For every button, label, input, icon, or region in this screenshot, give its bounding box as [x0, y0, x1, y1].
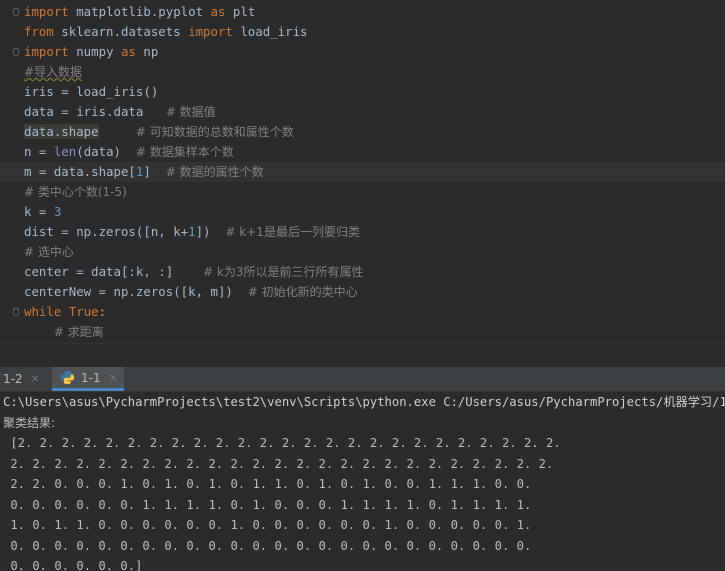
code-line[interactable]: dist = np.zeros([n, k+1]) # k+1是最后一列要归类 [0, 222, 725, 242]
output-line: 2. 2. 2. 2. 2. 2. 2. 2. 2. 2. 2. 2. 2. 2… [3, 456, 554, 471]
code-line[interactable]: n = len(data) # 数据集样本个数 [0, 142, 725, 162]
code-line[interactable]: #导入数据 [0, 62, 725, 82]
run-tab-bar: 1-2 × 1-1 × [0, 367, 725, 392]
code-line[interactable]: # 选中心 [0, 242, 725, 262]
console-output: [2. 2. 2. 2. 2. 2. 2. 2. 2. 2. 2. 2. 2. … [0, 433, 725, 571]
code-token: data.shape [24, 124, 99, 139]
close-icon[interactable]: × [109, 366, 118, 390]
code-token: # 类中心个数(1-5) [24, 185, 127, 199]
result-label: 聚类结果: [3, 415, 56, 430]
tab-label: 1-1 [81, 370, 101, 385]
code-line[interactable]: m = data.shape[1] # 数据的属性个数 [0, 162, 725, 182]
code-line[interactable]: while True: [0, 302, 725, 322]
code-line[interactable]: centerNew = np.zeros([k, m]) # 初始化新的类中心 [0, 282, 725, 302]
code-token: center = data[:k, :] [24, 264, 204, 279]
code-token: True [68, 304, 99, 319]
code-token: dist = np.zeros([n, k+ [24, 224, 189, 239]
editor-tool-divider [0, 343, 725, 368]
code-line[interactable]: import numpy as np [0, 42, 725, 62]
python-icon [60, 370, 75, 385]
run-command: C:\Users\asus\PycharmProjects\test2\venv… [3, 395, 725, 409]
code-line[interactable]: import matplotlib.pyplot as plt [0, 2, 725, 22]
code-token: matplotlib.pyplot [68, 4, 211, 19]
close-icon[interactable]: × [31, 367, 40, 391]
code-token: ]) [195, 224, 226, 239]
code-line[interactable]: iris = load_iris() [0, 82, 725, 102]
code-token: iris = load_iris() [24, 84, 159, 99]
tab-label: 1-2 [3, 372, 23, 386]
code-line[interactable]: data = iris.data # 数据值 [0, 102, 725, 122]
code-token: plt [225, 4, 256, 19]
code-token: np [135, 44, 159, 59]
output-line: 0. 0. 0. 0. 0. 0. 1. 1. 1. 1. 0. 1. 0. 0… [3, 497, 532, 512]
code-token: import [24, 4, 69, 19]
output-line: 2. 2. 0. 0. 0. 1. 0. 1. 0. 1. 0. 1. 1. 0… [3, 477, 532, 491]
run-tab-1-1[interactable]: 1-1 × [52, 367, 124, 391]
code-line[interactable]: from sklearn.datasets import load_iris [0, 22, 725, 42]
code-token: (data) [76, 144, 136, 159]
code-token: # 数据值 [165, 105, 216, 119]
code-token: sklearn.datasets [53, 24, 189, 39]
code-line[interactable]: center = data[:k, :] # k为3所以是前三行所有属性 [0, 262, 725, 282]
code-token: # 求距离 [53, 325, 104, 339]
code-token: while [24, 304, 62, 319]
code-token: # 初始化新的类中心 [247, 285, 358, 299]
output-line: [2. 2. 2. 2. 2. 2. 2. 2. 2. 2. 2. 2. 2. … [3, 436, 561, 450]
code-token: 3 [53, 204, 62, 219]
code-token: import [188, 24, 233, 39]
code-token: # 数据集样本个数 [135, 145, 234, 159]
code-token: # 可知数据的总数和属性个数 [135, 125, 294, 139]
code-token: 1 [188, 224, 196, 239]
code-token: centerNew = np.zeros([k, m]) [24, 284, 248, 299]
output-line: 0. 0. 0. 0. 0. 0.] [3, 559, 143, 571]
code-token: data = iris.data [24, 104, 166, 119]
code-token: : [98, 304, 107, 319]
code-token: # k为3所以是前三行所有属性 [203, 265, 364, 279]
code-token: from [24, 24, 54, 39]
output-line: 0. 0. 0. 0. 0. 0. 0. 0. 0. 0. 0. 0. 0. 0… [3, 538, 532, 553]
code-token: load_iris [232, 24, 308, 39]
code-line[interactable]: # 求距离 [0, 322, 725, 342]
code-editor[interactable]: import matplotlib.pyplot as plt from skle… [0, 0, 725, 343]
code-lines: import matplotlib.pyplot as plt from skle… [0, 2, 725, 342]
code-line[interactable]: # 类中心个数(1-5) [0, 182, 725, 202]
code-token: # 选中心 [24, 245, 74, 259]
code-token: n = [24, 144, 54, 159]
code-token: k = [24, 204, 54, 219]
code-line[interactable]: data.shape # 可知数据的总数和属性个数 [0, 122, 725, 142]
code-token: #导入数据 [24, 65, 83, 79]
code-token: # k+1是最后一列要归类 [225, 225, 360, 239]
code-token: as [120, 44, 136, 59]
run-tab-1-2[interactable]: 1-2 × [3, 367, 47, 391]
code-token: # 数据的属性个数 [165, 165, 264, 179]
code-token: m = data.shape[ [24, 164, 136, 179]
code-token: import [24, 44, 69, 59]
code-token: as [210, 4, 226, 19]
code-token: len [53, 144, 77, 159]
code-token: numpy [68, 44, 121, 59]
code-line[interactable]: k = 3 [0, 202, 725, 222]
code-token: ] [143, 164, 166, 179]
run-console[interactable]: C:\Users\asus\PycharmProjects\test2\venv… [0, 392, 725, 571]
output-line: 1. 0. 1. 1. 0. 0. 0. 0. 0. 0. 1. 0. 0. 0… [3, 518, 532, 532]
